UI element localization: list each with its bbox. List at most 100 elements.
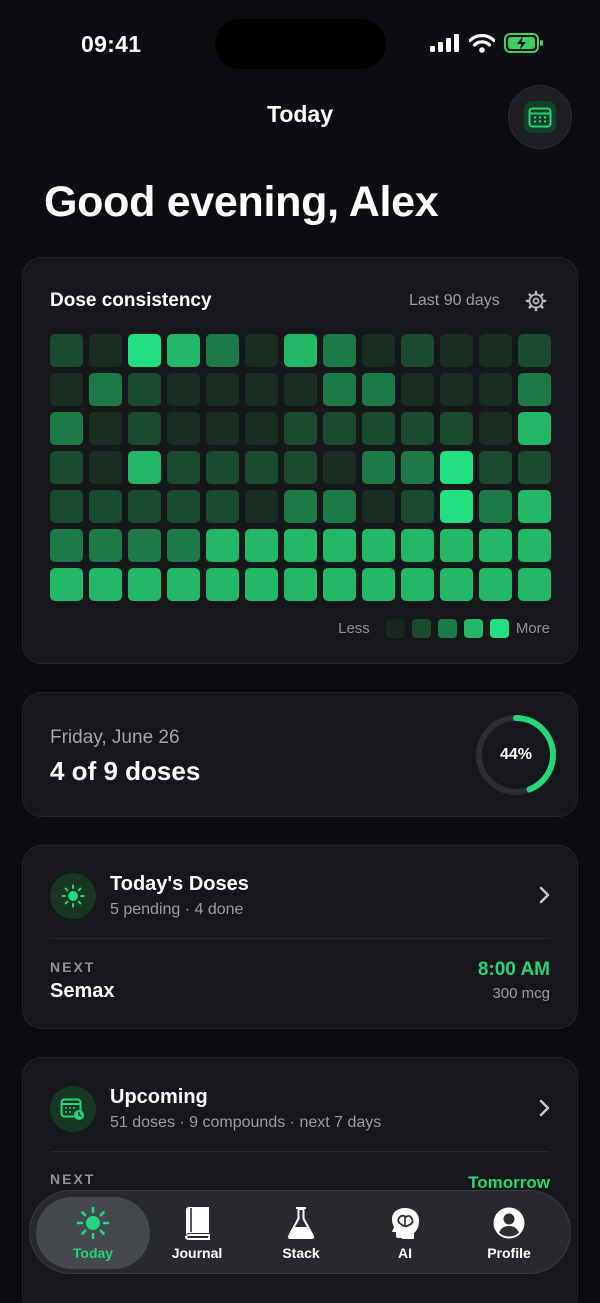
heatmap-cell	[479, 451, 512, 484]
dynamic-island	[215, 19, 386, 69]
heatmap-cell	[518, 529, 551, 562]
heatmap-cell	[362, 529, 395, 562]
heatmap-cell	[479, 529, 512, 562]
heatmap-cell	[128, 490, 161, 523]
dose-count: 4 of 9 doses	[50, 756, 201, 786]
tab-today[interactable]: Today	[36, 1197, 150, 1269]
legend-swatch	[463, 619, 483, 638]
heatmap-cell	[362, 568, 395, 601]
heatmap-cell	[323, 529, 356, 562]
heatmap-cell	[89, 373, 122, 406]
heatmap-cell	[323, 568, 356, 601]
heatmap-cell	[50, 568, 83, 601]
todays-doses-card[interactable]: Today's Doses 5 pending · 4 done NEXT Se…	[22, 845, 578, 1029]
chevron-right-icon	[539, 886, 550, 904]
heatmap-cell	[245, 490, 278, 523]
profile-icon	[492, 1206, 526, 1240]
heatmap-cell	[323, 412, 356, 445]
heatmap-cell	[89, 490, 122, 523]
legend-swatch	[437, 619, 457, 638]
divider	[50, 1151, 550, 1152]
brain-icon	[388, 1206, 422, 1240]
heatmap-cell	[362, 412, 395, 445]
next-dose-amount: 300 mcg	[492, 985, 550, 1002]
heatmap-cell	[440, 334, 473, 367]
heatmap-cell	[50, 334, 83, 367]
heatmap-title: Dose consistency	[50, 290, 212, 311]
battery-icon	[504, 33, 543, 53]
wifi-icon	[469, 33, 495, 53]
flask-icon	[284, 1206, 318, 1240]
signal-icon	[430, 34, 459, 52]
legend-swatch	[385, 619, 405, 638]
heatmap-range[interactable]: Last 90 days	[409, 292, 500, 310]
heatmap-cell	[440, 529, 473, 562]
todays-doses-title: Today's Doses	[110, 873, 249, 895]
heatmap-cell	[284, 451, 317, 484]
heatmap-cell	[167, 334, 200, 367]
dose-consistency-card: Dose consistency Last 90 days Less More	[22, 257, 578, 664]
tab-journal[interactable]: Journal	[140, 1197, 254, 1269]
heatmap-cell	[245, 334, 278, 367]
heatmap-cell	[518, 373, 551, 406]
next-label: NEXT	[50, 959, 96, 975]
heatmap-cell	[89, 529, 122, 562]
heatmap-cell	[284, 490, 317, 523]
heatmap-cell	[89, 334, 122, 367]
heatmap-cell	[401, 451, 434, 484]
heatmap-cell	[479, 568, 512, 601]
legend-less-label: Less	[338, 620, 370, 637]
heatmap-cell	[245, 412, 278, 445]
calendar-clock-icon	[50, 1086, 96, 1132]
heatmap-cell	[518, 451, 551, 484]
legend-more-label: More	[515, 620, 550, 637]
legend-swatch	[411, 619, 431, 638]
next-dose-name: Semax	[50, 980, 115, 1002]
heatmap-cell	[167, 412, 200, 445]
heatmap-cell	[284, 373, 317, 406]
heatmap-cell	[479, 412, 512, 445]
heatmap-cell	[284, 568, 317, 601]
heatmap-cell	[245, 568, 278, 601]
heatmap-cell	[206, 490, 239, 523]
heatmap-cell	[50, 490, 83, 523]
heatmap-cell	[206, 568, 239, 601]
heatmap-cell	[284, 334, 317, 367]
heatmap-cell	[206, 373, 239, 406]
sun-icon	[50, 873, 96, 919]
heatmap-cell	[362, 334, 395, 367]
heatmap-cell	[89, 412, 122, 445]
heatmap-cell	[440, 373, 473, 406]
calendar-button[interactable]	[508, 85, 572, 149]
heatmap-cell	[479, 334, 512, 367]
legend-swatch	[489, 619, 509, 638]
tab-label: Journal	[171, 1245, 223, 1261]
tab-profile[interactable]: Profile	[452, 1197, 566, 1269]
current-date: Friday, June 26	[50, 727, 180, 748]
divider	[50, 938, 550, 939]
progress-percent: 44%	[499, 746, 533, 763]
heatmap-cell	[206, 529, 239, 562]
tab-label: AI	[398, 1245, 412, 1261]
status-time: 09:41	[81, 31, 142, 57]
heatmap-cell	[323, 373, 356, 406]
heatmap-cell	[323, 490, 356, 523]
status-icons	[430, 33, 544, 53]
tab-bar: Today Journal Stack AI Profile	[29, 1190, 571, 1274]
heatmap-cell	[401, 490, 434, 523]
heatmap-cell	[167, 568, 200, 601]
tab-ai[interactable]: AI	[348, 1197, 462, 1269]
gear-icon[interactable]	[525, 290, 547, 317]
greeting: Good evening, Alex	[44, 178, 439, 226]
heatmap-cell	[284, 412, 317, 445]
daily-progress-card[interactable]: Friday, June 26 4 of 9 doses 44%	[22, 692, 578, 817]
tab-stack[interactable]: Stack	[244, 1197, 358, 1269]
heatmap-cell	[167, 529, 200, 562]
heatmap-cell	[401, 334, 434, 367]
tab-label: Today	[72, 1245, 114, 1261]
heatmap-cell	[440, 568, 473, 601]
heatmap-cell	[362, 373, 395, 406]
calendar-icon	[524, 101, 556, 133]
heatmap-cell	[401, 529, 434, 562]
heatmap-cell	[479, 373, 512, 406]
